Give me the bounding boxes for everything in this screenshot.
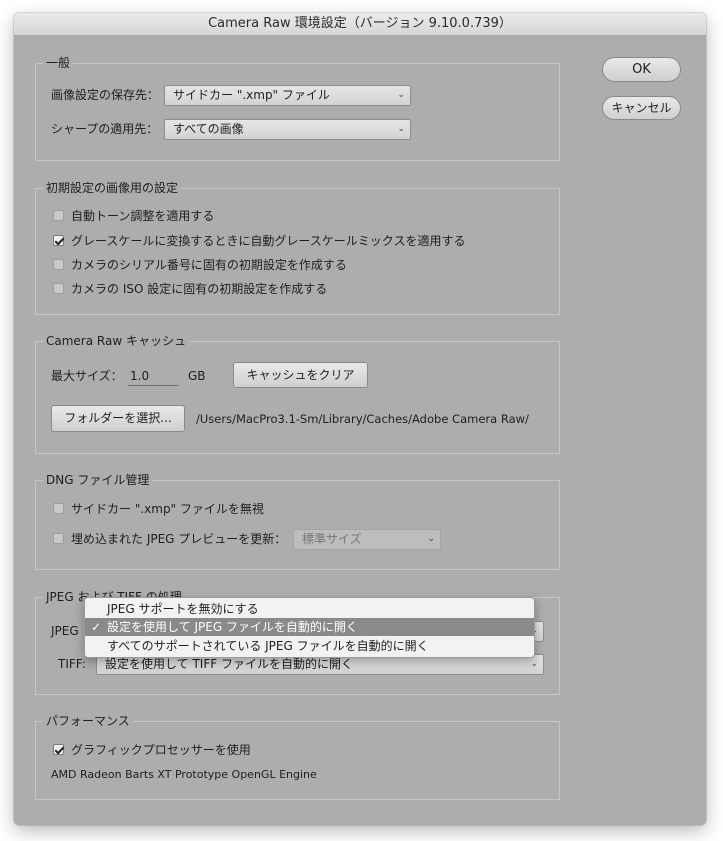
preview-size-value: 標準サイズ <box>302 532 362 546</box>
chevron-down-icon: ⌄ <box>397 90 405 100</box>
sharpen-select[interactable]: すべての画像 ⌄ <box>164 119 411 140</box>
cache-group: Camera Raw キャッシュ 最大サイズ： 1.0 GB キャッシュをクリア… <box>35 333 560 454</box>
max-size-input[interactable]: 1.0 <box>128 366 178 386</box>
menu-item-label: JPEG サポートを無効にする <box>107 602 259 616</box>
iso-default-label: カメラの ISO 設定に固有の初期設定を作成する <box>71 282 328 296</box>
menu-item-open-with-settings[interactable]: ✓ 設定を使用して JPEG ファイルを自動的に開く <box>85 618 534 636</box>
ignore-sidecar-checkbox[interactable] <box>53 503 64 514</box>
update-preview-label: 埋め込まれた JPEG プレビューを更新： <box>71 532 287 546</box>
grayscale-mix-checkbox[interactable] <box>53 235 64 246</box>
tiff-handling-value: 設定を使用して TIFF ファイルを自動的に開く <box>105 657 353 671</box>
checkmark-icon: ✓ <box>91 620 102 634</box>
jpeg-handling-menu: JPEG サポートを無効にする ✓ 設定を使用して JPEG ファイルを自動的に… <box>84 597 535 658</box>
sharpen-label: シャープの適用先： <box>51 122 159 136</box>
group-title-general: 一般 <box>43 55 74 71</box>
general-group: 一般 画像設定の保存先： サイドカー ".xmp" ファイル ⌄ シャープの適用… <box>35 55 560 161</box>
ignore-sidecar-label: サイドカー ".xmp" ファイルを無視 <box>71 502 264 516</box>
cache-path: /Users/MacPro3.1-Sm/Library/Caches/Adobe… <box>196 412 529 426</box>
select-folder-button[interactable]: フォルダーを選択... <box>51 405 185 432</box>
chevron-down-icon: ⌄ <box>427 534 435 544</box>
auto-tone-checkbox[interactable] <box>53 210 64 221</box>
menu-item-label: 設定を使用して JPEG ファイルを自動的に開く <box>107 620 358 634</box>
chevron-down-icon: ⌄ <box>397 124 405 134</box>
group-title-dng: DNG ファイル管理 <box>43 472 153 488</box>
save-location-label: 画像設定の保存先： <box>51 88 160 102</box>
save-location-value: サイドカー ".xmp" ファイル <box>173 88 330 102</box>
default-settings-group: 初期設定の画像用の設定 自動トーン調整を適用する グレースケールに変換するときに… <box>35 180 560 315</box>
use-gpu-checkbox[interactable] <box>53 744 64 755</box>
gpu-name: AMD Radeon Barts XT Prototype OpenGL Eng… <box>51 768 317 781</box>
max-size-label: 最大サイズ： <box>51 369 123 383</box>
menu-item-open-all-supported[interactable]: すべてのサポートされている JPEG ファイルを自動的に開く <box>85 637 534 655</box>
grayscale-mix-label: グレースケールに変換するときに自動グレースケールミックスを適用する <box>71 234 466 248</box>
iso-default-checkbox[interactable] <box>53 283 64 294</box>
group-title-defaults: 初期設定の画像用の設定 <box>43 180 182 196</box>
serial-default-label: カメラのシリアル番号に固有の初期設定を作成する <box>71 258 347 272</box>
jpeg-label: JPEG <box>51 624 79 638</box>
performance-group: パフォーマンス グラフィックプロセッサーを使用 AMD Radeon Barts… <box>35 713 560 800</box>
menu-item-label: すべてのサポートされている JPEG ファイルを自動的に開く <box>107 639 429 653</box>
save-location-select[interactable]: サイドカー ".xmp" ファイル ⌄ <box>164 85 411 106</box>
tiff-label: TIFF: <box>58 657 86 671</box>
auto-tone-label: 自動トーン調整を適用する <box>71 209 215 223</box>
serial-default-checkbox[interactable] <box>53 259 64 270</box>
clear-cache-button[interactable]: キャッシュをクリア <box>233 362 368 388</box>
menu-item-disable-jpeg[interactable]: JPEG サポートを無効にする <box>85 600 534 618</box>
preview-size-select[interactable]: 標準サイズ ⌄ <box>293 529 441 550</box>
cancel-button[interactable]: キャンセル <box>602 96 681 120</box>
group-title-cache: Camera Raw キャッシュ <box>43 333 189 349</box>
sharpen-value: すべての画像 <box>173 122 244 136</box>
update-preview-checkbox[interactable] <box>53 533 64 544</box>
window-title: Camera Raw 環境設定（バージョン 9.10.0.739） <box>14 13 706 36</box>
ok-button[interactable]: OK <box>602 57 681 82</box>
use-gpu-label: グラフィックプロセッサーを使用 <box>71 743 251 757</box>
group-title-performance: パフォーマンス <box>43 713 133 729</box>
preferences-dialog: Camera Raw 環境設定（バージョン 9.10.0.739） OK キャン… <box>14 13 706 825</box>
max-size-unit: GB <box>188 369 206 383</box>
dng-group: DNG ファイル管理 サイドカー ".xmp" ファイルを無視 埋め込まれた J… <box>35 472 560 570</box>
